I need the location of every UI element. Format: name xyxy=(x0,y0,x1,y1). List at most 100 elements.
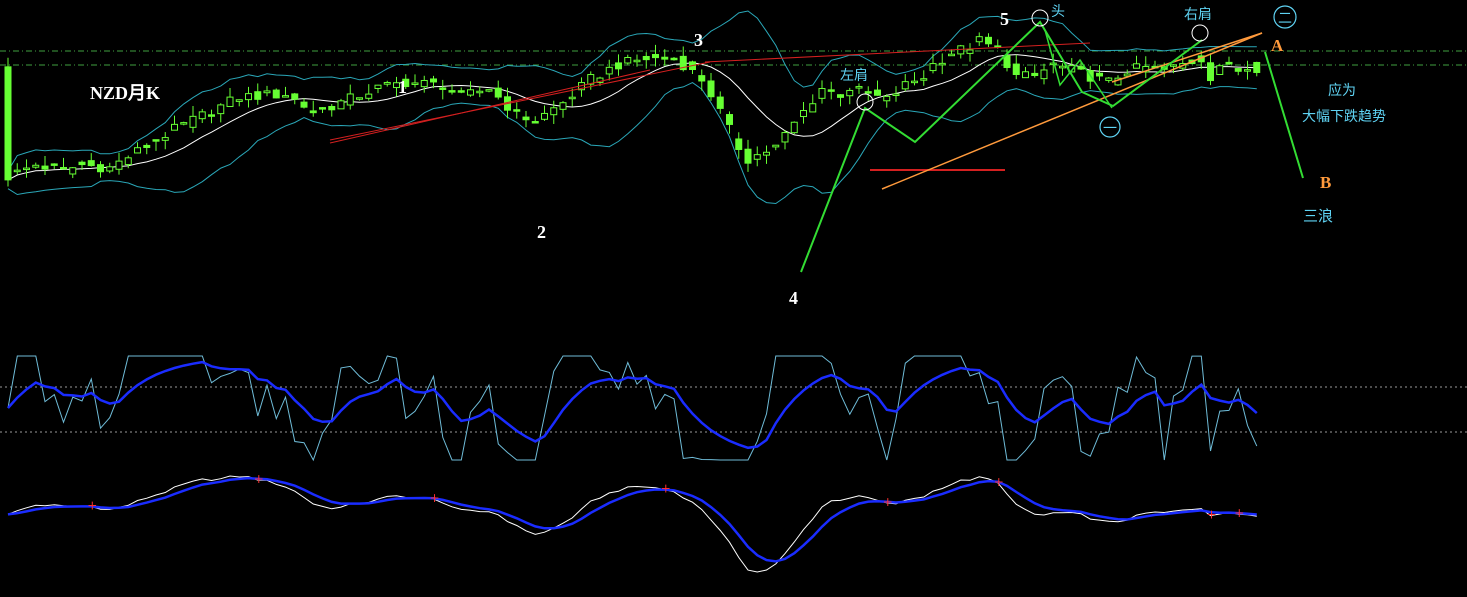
left-shoulder-label: 左肩 xyxy=(840,68,868,84)
up-candle-body xyxy=(226,96,234,108)
down-candle-body xyxy=(827,89,835,92)
down-candle-body xyxy=(87,160,95,167)
wave-label-2: 2 xyxy=(537,222,546,242)
up-candle-body xyxy=(1059,65,1066,69)
up-candle-body xyxy=(818,88,826,99)
forecast-line-1: 应为 xyxy=(1328,82,1356,99)
up-candle-body xyxy=(115,160,123,170)
candle xyxy=(790,121,798,135)
up-candle-body xyxy=(69,167,77,175)
down-candle-body xyxy=(1253,61,1261,73)
down-candle-body xyxy=(50,163,58,166)
up-candle-body xyxy=(124,157,132,166)
up-candle-body xyxy=(1216,65,1224,75)
crossover-marker: + xyxy=(430,491,440,505)
up-candle-body xyxy=(633,59,641,63)
down-candle-body xyxy=(615,62,622,70)
crossover-marker: + xyxy=(661,482,671,496)
up-candle-body xyxy=(1022,71,1029,79)
down-candle-body xyxy=(143,144,151,148)
up-candle-body xyxy=(901,81,909,90)
wave-label-3: 3 xyxy=(694,30,703,50)
up-candle-body xyxy=(800,110,807,118)
up-candle-body xyxy=(180,122,188,125)
down-candle-body xyxy=(522,116,530,121)
chart-background xyxy=(0,0,1467,597)
up-candle-body xyxy=(420,79,428,88)
up-candle-body xyxy=(772,144,780,148)
crossover-marker: + xyxy=(994,475,1004,489)
up-candle-body xyxy=(235,99,243,102)
crossover-marker: + xyxy=(87,498,97,512)
up-candle-body xyxy=(217,104,225,115)
up-candle-body xyxy=(106,166,114,172)
up-candle-body xyxy=(541,112,548,120)
forecast-line-2: 大幅下跌趋势 xyxy=(1302,109,1386,125)
wave-label-1: 1 xyxy=(398,77,407,97)
chart-title: NZD月K xyxy=(90,83,160,103)
up-candle-body xyxy=(550,107,558,116)
up-candle-body xyxy=(356,97,363,100)
up-candle-body xyxy=(559,102,567,110)
up-candle-body xyxy=(23,167,30,171)
up-candle-body xyxy=(383,81,391,85)
up-candle-body xyxy=(282,95,289,98)
down-candle-body xyxy=(726,114,733,125)
down-candle-body xyxy=(448,90,456,93)
up-candle-body xyxy=(485,89,493,92)
down-candle-body xyxy=(300,101,308,108)
down-candle-body xyxy=(864,91,872,94)
down-candle-body xyxy=(1077,66,1085,70)
up-candle-body xyxy=(1244,69,1251,72)
up-candle-body xyxy=(161,137,169,141)
up-candle-body xyxy=(605,66,613,75)
down-candle-body xyxy=(670,57,678,61)
down-candle-body xyxy=(735,138,743,150)
up-candle-body xyxy=(753,154,761,160)
up-candle-body xyxy=(476,90,484,94)
candle xyxy=(4,57,12,187)
up-candle-body xyxy=(263,90,271,94)
down-candle-body xyxy=(328,106,336,111)
chart-canvas: NZD月K 1 2 3 4 5 左肩 头 右肩 一 二 A B 应为 大幅下跌趋… xyxy=(0,0,1467,597)
up-candle-body xyxy=(1049,62,1057,66)
up-candle-body xyxy=(134,147,141,154)
up-candle-body xyxy=(911,80,918,84)
down-candle-body xyxy=(208,114,215,117)
down-candle-body xyxy=(254,91,262,100)
up-candle-body xyxy=(790,121,798,134)
up-candle-body xyxy=(809,103,817,113)
up-candle-body xyxy=(32,164,40,168)
up-candle-body xyxy=(1170,64,1177,67)
candle xyxy=(1216,63,1224,75)
down-candle-body xyxy=(716,96,724,109)
down-candle-body xyxy=(1003,55,1011,68)
up-candle-body xyxy=(411,82,419,85)
down-candle-body xyxy=(652,54,659,59)
up-candle-body xyxy=(1105,77,1113,81)
down-candle-body xyxy=(430,78,437,83)
down-candle-body xyxy=(698,75,706,82)
down-candle-body xyxy=(1225,61,1233,65)
down-candle-body xyxy=(1234,68,1242,72)
up-candle-body xyxy=(846,89,854,97)
down-candle-body xyxy=(272,89,280,99)
down-candle-body xyxy=(1012,63,1020,75)
crossover-marker: + xyxy=(1234,506,1244,520)
down-candle-body xyxy=(457,90,465,93)
head-label: 头 xyxy=(1051,4,1065,20)
down-candle-body xyxy=(874,89,881,96)
down-candle-body xyxy=(1031,72,1039,77)
up-candle-body xyxy=(763,151,770,156)
up-candle-body xyxy=(929,63,937,72)
up-candle-body xyxy=(568,96,576,100)
point-b-label: B xyxy=(1320,173,1331,192)
down-candle-body xyxy=(985,36,992,45)
down-candle-body xyxy=(837,94,844,98)
up-candle-body xyxy=(1133,63,1140,69)
right-shoulder-label: 右肩 xyxy=(1184,7,1212,23)
down-candle-body xyxy=(661,56,669,60)
down-candle-body xyxy=(494,87,502,98)
up-candle-body xyxy=(781,132,789,143)
circle-one-label: 一 xyxy=(1103,121,1117,137)
